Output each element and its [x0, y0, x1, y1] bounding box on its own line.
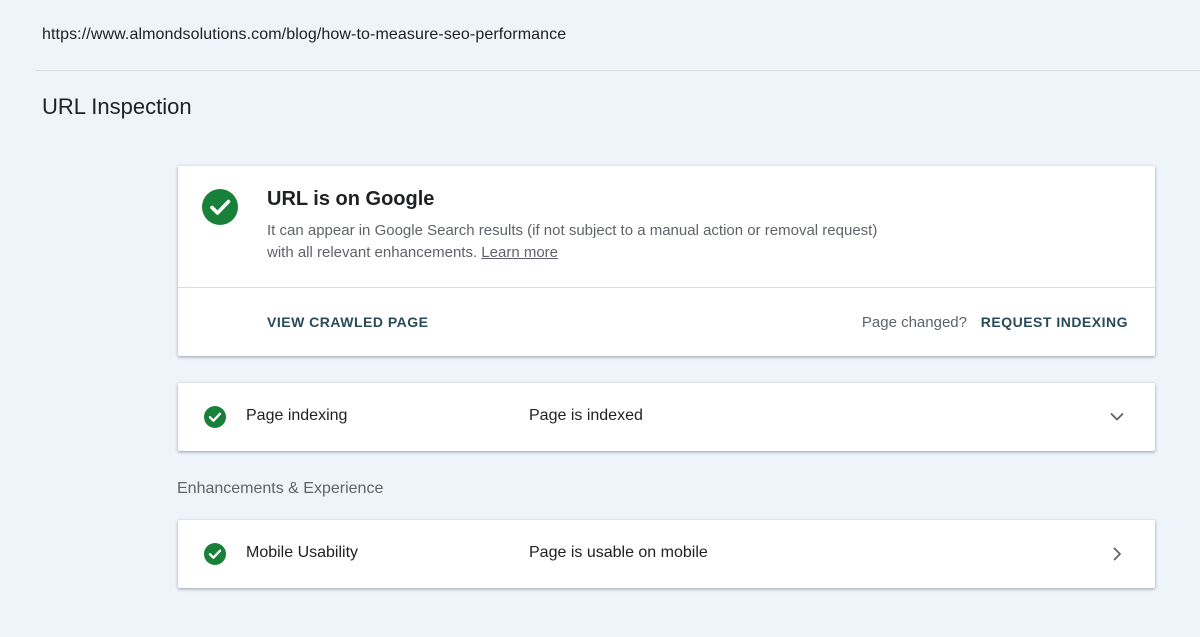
page-indexing-label: Page indexing [246, 407, 348, 424]
page-changed-label: Page changed? [861, 314, 967, 331]
check-circle-icon [204, 406, 226, 428]
view-crawled-page-button[interactable]: VIEW CRAWLED PAGE [267, 314, 428, 330]
url-status-card: URL is on Google It can appear in Google… [178, 166, 1155, 356]
page-indexing-row[interactable]: Page indexing Page is indexed [178, 383, 1155, 451]
mobile-usability-label: Mobile Usability [246, 544, 359, 561]
inspected-url: https://www.almondsolutions.com/blog/how… [42, 26, 567, 43]
card-divider [178, 287, 1155, 288]
chevron-down-icon[interactable] [1107, 407, 1127, 427]
page-indexing-value: Page is indexed [529, 407, 643, 424]
learn-more-link[interactable]: Learn more [481, 244, 558, 261]
page-title: URL Inspection [42, 94, 192, 119]
status-title: URL is on Google [267, 188, 435, 210]
status-description-text: It can appear in Google Search results (… [267, 222, 878, 261]
header-divider [36, 70, 1200, 71]
mobile-usability-row[interactable]: Mobile Usability Page is usable on mobil… [178, 520, 1155, 588]
enhancements-section-header: Enhancements & Experience [177, 480, 384, 497]
status-description: It can appear in Google Search results (… [267, 220, 887, 264]
mobile-usability-value: Page is usable on mobile [529, 544, 708, 561]
check-circle-icon [202, 189, 238, 225]
chevron-right-icon[interactable] [1107, 544, 1127, 564]
request-indexing-button[interactable]: REQUEST INDEXING [981, 314, 1128, 330]
check-circle-icon [204, 543, 226, 565]
